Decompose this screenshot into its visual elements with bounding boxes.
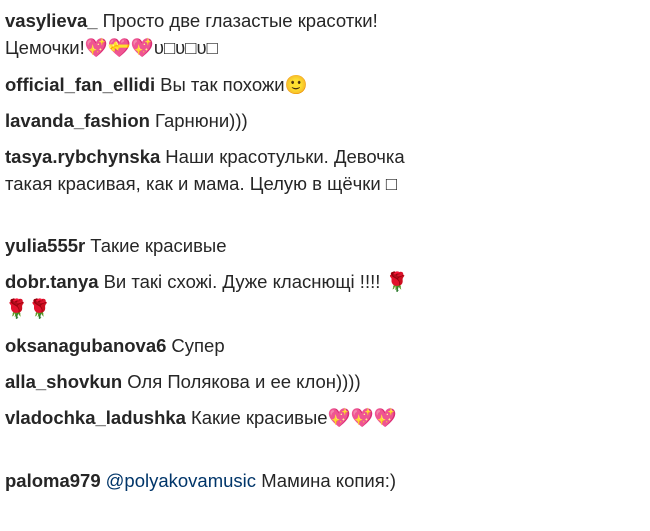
comment-username[interactable]: lavanda_fashion (5, 110, 150, 131)
comment-item: vladochka_ladushka Какие красивые💖💖💖 (5, 405, 415, 432)
comment-username[interactable]: oksanagubanova6 (5, 335, 166, 356)
comment-text: Мамина копия:) (261, 470, 397, 491)
comment-item: alla_shovkun Оля Полякова и ее клон)))) (5, 369, 425, 396)
comment-username[interactable]: paloma979 (5, 470, 101, 491)
comment-text: Супер (171, 335, 225, 356)
comment-item: lavanda_fashion Гарнюни))) (5, 108, 425, 135)
comment-item: official_fan_ellidi Вы так похожи🙂 (5, 72, 425, 99)
comment-item: oksanagubanova6 Супер (5, 333, 425, 360)
comment-text: Гарнюни))) (154, 110, 248, 131)
comment-text: Какие красивые💖💖💖 (190, 407, 397, 428)
comment-text: Оля Полякова и ее клон)))) (127, 371, 361, 392)
comment-item: yulia555r Такие красивые (5, 233, 425, 260)
comment-item: tasya.rybchynska Наши красотульки. Девочк… (5, 144, 425, 197)
comment-username[interactable]: vladochka_ladushka (5, 407, 186, 428)
comment-text: Такие красивые (90, 235, 227, 256)
comment-item: paloma979 @polyakovamusic Мамина копия:) (5, 468, 405, 495)
comments-list: vasylieva_ Просто две глазастые красотки!… (0, 0, 650, 531)
comment-username[interactable]: yulia555r (5, 235, 85, 256)
comment-text: Вы так похожи🙂 (160, 74, 308, 95)
comment-username[interactable]: vasylieva_ (5, 10, 98, 31)
comment-mention-link[interactable]: @polyakovamusic (106, 470, 256, 491)
comment-username[interactable]: tasya.rybchynska (5, 146, 160, 167)
comment-username[interactable]: official_fan_ellidi (5, 74, 155, 95)
comment-username[interactable]: alla_shovkun (5, 371, 122, 392)
comment-username[interactable]: dobr.tanya (5, 271, 99, 292)
comment-item: vasylieva_ Просто две глазастые красотки!… (5, 8, 425, 61)
comment-item: dobr.tanya Ви такі схожі. Дуже класнющі !… (5, 269, 425, 322)
